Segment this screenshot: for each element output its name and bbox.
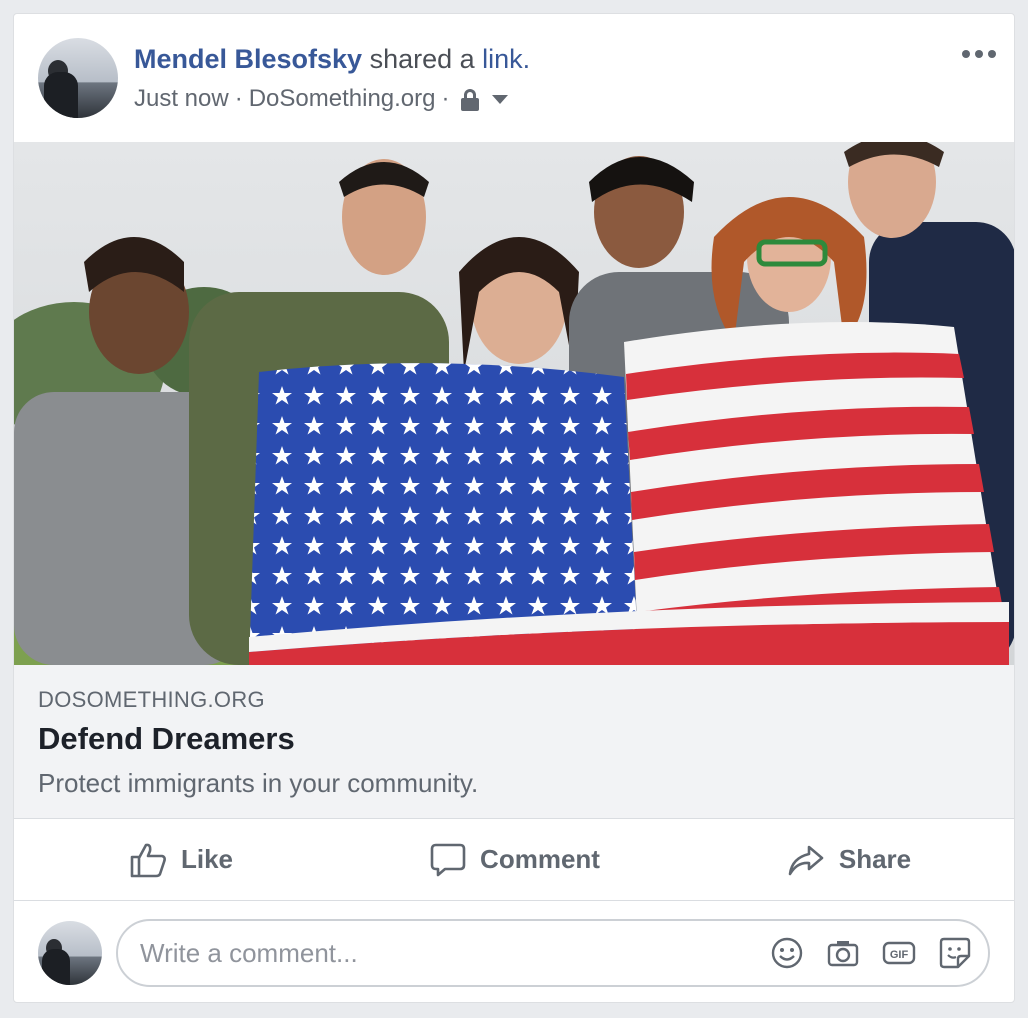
- separator: ·: [441, 85, 450, 112]
- like-button[interactable]: Like: [14, 819, 348, 900]
- current-user-avatar[interactable]: [38, 921, 102, 985]
- thumbs-up-icon: [130, 843, 166, 877]
- post-header: Mendel Blesofsky shared a link. Just now…: [14, 14, 1014, 142]
- camera-icon[interactable]: [826, 936, 860, 970]
- author-avatar[interactable]: [38, 38, 118, 118]
- comment-button[interactable]: Comment: [348, 819, 682, 900]
- more-options-icon[interactable]: [962, 48, 996, 60]
- post-meta: Just now · DoSomething.org ·: [134, 85, 508, 113]
- author-name-link[interactable]: Mendel Blesofsky: [134, 44, 362, 74]
- comment-composer: GIF: [14, 901, 1014, 1002]
- separator: ·: [234, 85, 243, 112]
- comment-input[interactable]: [140, 937, 740, 969]
- post-card: Mendel Blesofsky shared a link. Just now…: [13, 13, 1015, 1003]
- composer-icons: GIF: [770, 936, 972, 970]
- lock-icon: [460, 87, 480, 111]
- share-button[interactable]: Share: [682, 819, 1014, 900]
- link-preview-image[interactable]: [14, 142, 1014, 665]
- post-timestamp[interactable]: Just now: [134, 85, 229, 113]
- like-label: Like: [180, 844, 234, 874]
- comment-label: Comment: [480, 844, 600, 874]
- speech-bubble-icon: [430, 843, 466, 876]
- comment-input-box[interactable]: GIF: [116, 919, 990, 987]
- group-with-flag-photo: [14, 142, 1014, 665]
- preview-domain: DOSOMETHING.ORG: [38, 687, 265, 712]
- sticker-icon[interactable]: [938, 936, 972, 970]
- emoji-icon[interactable]: [770, 936, 804, 970]
- shared-link-word[interactable]: link.: [482, 44, 530, 74]
- post-source-link[interactable]: DoSomething.org: [249, 85, 436, 113]
- action-text: shared a: [362, 44, 483, 74]
- post-actions: Like Comment Share: [14, 819, 1014, 901]
- share-arrow-icon: [788, 845, 824, 875]
- preview-title[interactable]: Defend Dreamers: [38, 721, 295, 757]
- gif-icon[interactable]: GIF: [882, 936, 916, 970]
- preview-description: Protect immigrants in your community.: [38, 768, 479, 798]
- post-headline: Mendel Blesofsky shared a link.: [134, 44, 530, 75]
- share-label: Share: [838, 844, 912, 874]
- link-preview-text[interactable]: DOSOMETHING.ORG Defend Dreamers Protect …: [14, 665, 1014, 819]
- svg-text:GIF: GIF: [890, 949, 909, 961]
- caret-down-icon[interactable]: [491, 94, 508, 104]
